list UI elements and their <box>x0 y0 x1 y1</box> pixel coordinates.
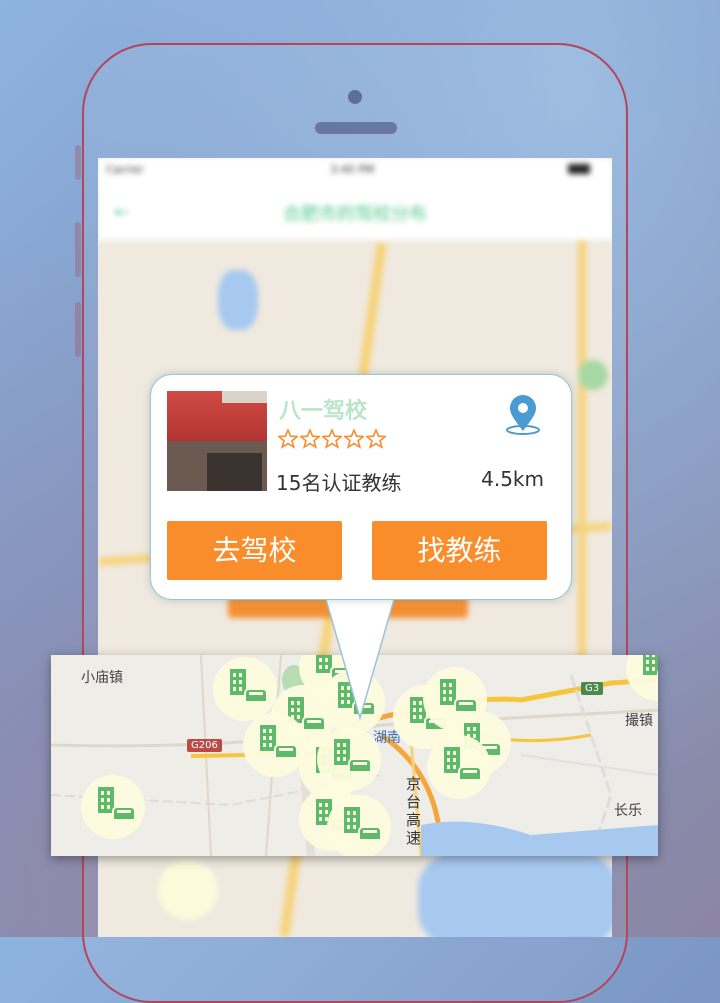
phone-camera <box>348 90 362 104</box>
school-info-popup: 八一驾校 15名认证教练 4.5km 去驾校 找教练 <box>150 374 572 600</box>
driving-school-marker-icon[interactable] <box>427 735 491 799</box>
place-label-xiaomiao: 小庙镇 <box>81 670 123 686</box>
carrier-text: Carrier <box>106 163 144 176</box>
location-pin-icon[interactable] <box>504 395 544 437</box>
map-water <box>218 270 258 330</box>
star-outline-icon <box>278 429 298 449</box>
road-shield-g206: G206 <box>187 739 222 752</box>
status-bar: Carrier 3:40 PM <box>98 158 612 182</box>
find-coach-button[interactable]: 找教练 <box>372 521 547 580</box>
nav-title: 合肥市的驾校分布 <box>283 204 427 225</box>
school-name[interactable]: 八一驾校 <box>279 393 367 425</box>
road-shield-g3: G3 <box>581 682 604 695</box>
popup-pointer <box>324 596 396 721</box>
battery-icon <box>568 164 590 174</box>
go-to-school-button[interactable]: 去驾校 <box>167 521 342 580</box>
driving-school-marker-icon[interactable] <box>317 727 381 791</box>
phone-speaker <box>315 122 397 134</box>
place-label-chezhen: 撮镇 <box>625 713 653 729</box>
map-park <box>578 360 608 390</box>
distance-text: 4.5km <box>481 467 544 491</box>
star-outline-icon <box>366 429 386 449</box>
star-outline-icon <box>344 429 364 449</box>
driving-school-marker-icon[interactable] <box>81 775 145 839</box>
road-label-jingtai: 京台高速 <box>406 775 422 847</box>
phone-volume-up-button <box>75 222 81 277</box>
phone-mute-button <box>75 145 81 180</box>
driving-school-marker-icon[interactable] <box>327 795 391 856</box>
driving-school-marker-icon[interactable] <box>243 713 307 777</box>
status-time: 3:40 PM <box>330 163 375 176</box>
star-outline-icon <box>300 429 320 449</box>
star-outline-icon <box>322 429 342 449</box>
blurred-marker <box>158 860 218 920</box>
rating-stars <box>278 429 388 453</box>
phone-volume-down-button <box>75 302 81 357</box>
driving-school-marker-icon[interactable] <box>213 657 277 721</box>
nav-bar: ← 合肥市的驾校分布 <box>98 182 612 240</box>
school-photo[interactable] <box>167 391 267 491</box>
place-label-changle: 长乐 <box>614 803 642 819</box>
coach-count: 15名认证教练 <box>276 471 402 495</box>
